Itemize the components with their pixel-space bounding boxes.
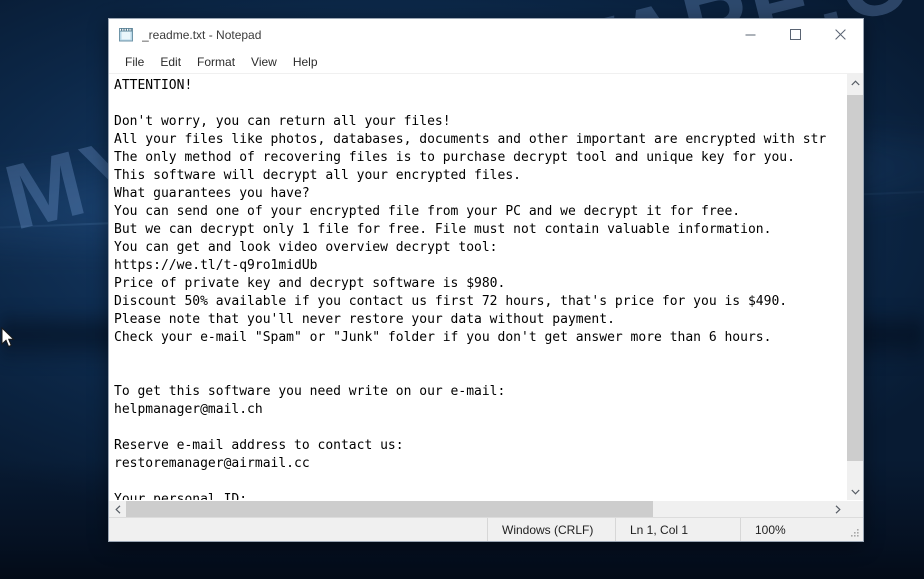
status-bar-spacer <box>109 518 487 541</box>
horizontal-scroll-track[interactable] <box>126 501 829 517</box>
scroll-right-button[interactable] <box>829 501 846 517</box>
close-button[interactable] <box>818 19 863 50</box>
chevron-left-icon <box>114 504 120 514</box>
document-text: ATTENTION! Don't worry, you can return a… <box>114 78 827 500</box>
editor-area: ATTENTION! Don't worry, you can return a… <box>109 74 863 517</box>
minimize-button[interactable] <box>728 19 773 50</box>
vertical-scroll-track[interactable] <box>847 91 863 483</box>
notepad-icon <box>119 28 133 42</box>
menu-item-file[interactable]: File <box>117 53 152 71</box>
vertical-scroll-thumb[interactable] <box>847 95 863 461</box>
window-controls <box>728 19 863 50</box>
maximize-button[interactable] <box>773 19 818 50</box>
minimize-icon <box>745 34 756 36</box>
horizontal-scrollbar[interactable] <box>109 500 863 517</box>
window-title: _readme.txt - Notepad <box>142 27 262 42</box>
menu-item-edit[interactable]: Edit <box>152 53 189 71</box>
maximize-icon <box>790 29 801 40</box>
notepad-window: _readme.txt - Notepad File Edit Format V… <box>108 18 864 542</box>
status-cursor-position: Ln 1, Col 1 <box>615 518 740 541</box>
status-encoding: Windows (CRLF) <box>487 518 615 541</box>
status-zoom-level: 100% <box>740 518 845 541</box>
text-editor[interactable]: ATTENTION! Don't worry, you can return a… <box>109 74 846 500</box>
scrollbar-corner <box>846 501 863 517</box>
chevron-down-icon <box>850 489 860 495</box>
menu-item-help[interactable]: Help <box>285 53 326 71</box>
scroll-left-button[interactable] <box>109 501 126 517</box>
resize-grip-icon[interactable] <box>845 518 863 541</box>
vertical-scrollbar[interactable] <box>846 74 863 500</box>
menu-bar: File Edit Format View Help <box>109 51 863 74</box>
scroll-down-button[interactable] <box>847 483 863 500</box>
scroll-up-button[interactable] <box>847 74 863 91</box>
chevron-up-icon <box>850 79 860 85</box>
editor-row: ATTENTION! Don't worry, you can return a… <box>109 74 863 500</box>
status-bar: Windows (CRLF) Ln 1, Col 1 100% <box>109 517 863 541</box>
menu-item-format[interactable]: Format <box>189 53 243 71</box>
menu-item-view[interactable]: View <box>243 53 285 71</box>
chevron-right-icon <box>835 504 841 514</box>
close-icon <box>835 29 846 40</box>
title-bar[interactable]: _readme.txt - Notepad <box>109 19 863 51</box>
horizontal-scroll-thumb[interactable] <box>126 501 653 517</box>
title-bar-left: _readme.txt - Notepad <box>109 19 728 50</box>
